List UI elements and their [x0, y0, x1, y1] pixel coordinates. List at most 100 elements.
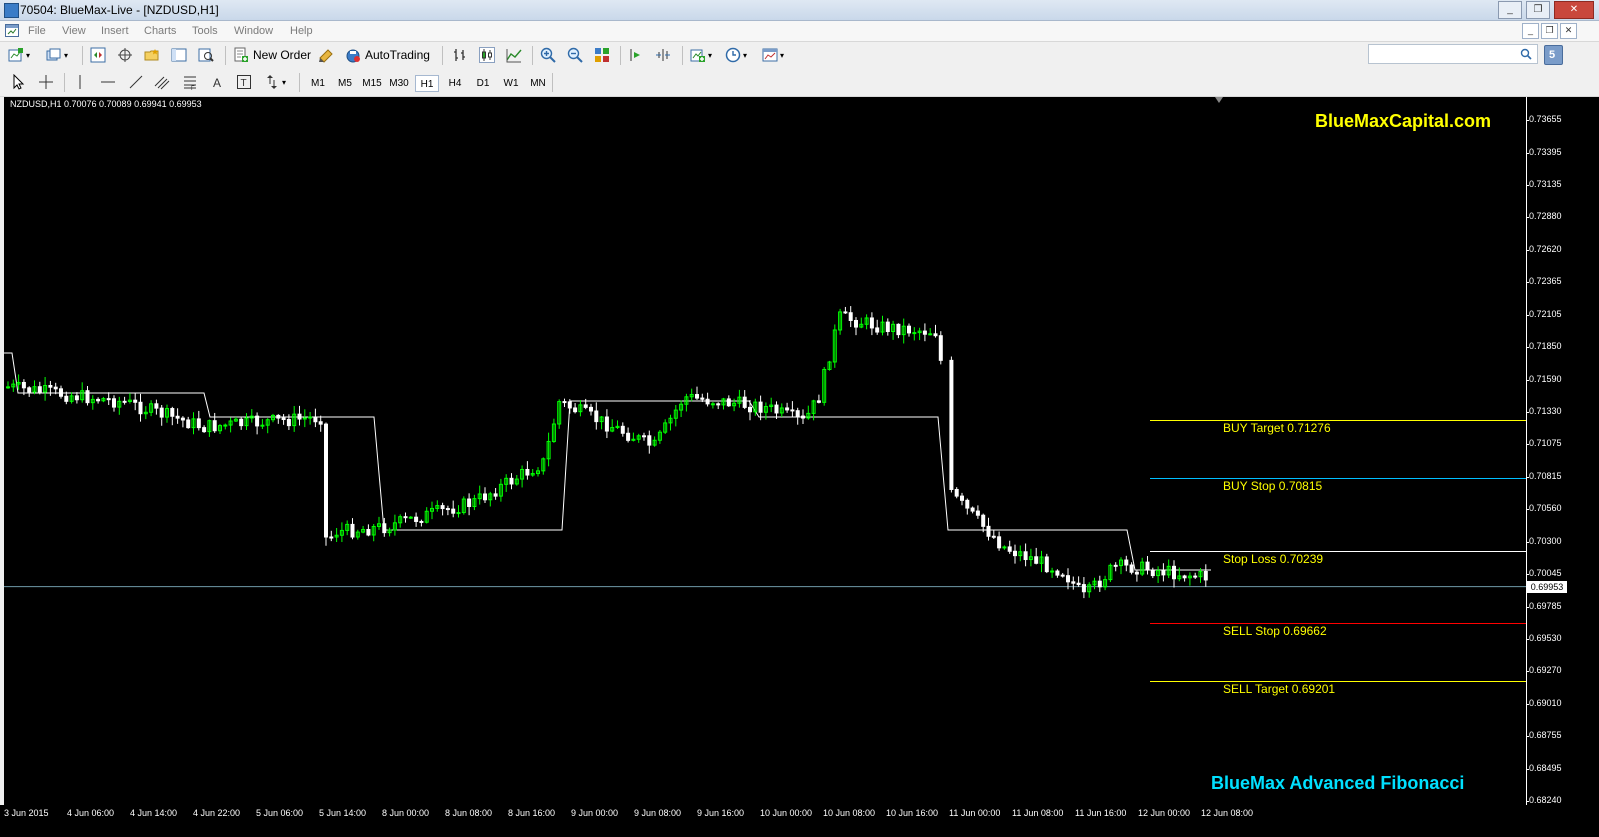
timeframe-m30[interactable]: M30: [387, 75, 411, 92]
chart-window-icon[interactable]: [5, 24, 19, 37]
fib-level-label: BUY Target 0.71276: [1223, 421, 1331, 436]
candle-body: [981, 514, 986, 527]
candle-body: [170, 408, 175, 417]
candle-body: [408, 516, 413, 519]
candle-body: [493, 493, 498, 497]
mdi-close-button[interactable]: ✕: [1560, 23, 1577, 39]
close-button[interactable]: ✕: [1554, 1, 1594, 19]
bar-chart-button[interactable]: [452, 45, 468, 65]
menu-window[interactable]: Window: [234, 25, 273, 37]
candle-body: [21, 381, 26, 389]
time-tick: 8 Jun 08:00: [445, 808, 493, 818]
price-tick: 0.70045: [1526, 568, 1562, 578]
market-watch-button[interactable]: [90, 45, 106, 65]
menu-insert[interactable]: Insert: [101, 25, 129, 37]
timeframe-mn[interactable]: MN: [526, 75, 550, 92]
time-tick: 11 Jun 16:00: [1075, 808, 1127, 818]
candle-body: [1055, 570, 1060, 576]
candle-body: [965, 499, 970, 509]
mdi-minimize-button[interactable]: _: [1522, 23, 1539, 39]
indicators-icon: [690, 49, 705, 62]
trendline-tool[interactable]: [128, 72, 144, 92]
search-input[interactable]: [1368, 44, 1538, 64]
line-chart-button[interactable]: [506, 45, 522, 65]
maximize-button[interactable]: ❐: [1526, 1, 1550, 19]
chart-area[interactable]: NZDUSD,H1 0.70076 0.70089 0.69941 0.6995…: [4, 97, 1526, 805]
candle-body: [626, 432, 631, 441]
fib-level-line[interactable]: [1150, 478, 1526, 480]
menu-view[interactable]: View: [62, 25, 86, 37]
candle-body: [1002, 546, 1007, 549]
minimize-button[interactable]: _: [1498, 1, 1522, 19]
text-label-tool[interactable]: T: [236, 72, 252, 92]
candle-body: [1066, 575, 1070, 583]
timeframe-m1[interactable]: M1: [306, 75, 330, 92]
timeframe-m5[interactable]: M5: [333, 75, 357, 92]
candle-body: [620, 425, 625, 434]
menu-charts[interactable]: Charts: [144, 25, 176, 37]
price-axis[interactable]: 0.69953 0.73655 0.73395 0.73135 0.72880 0.72…: [1526, 97, 1599, 805]
chart-shift-button[interactable]: [655, 45, 671, 65]
candle-body: [748, 406, 752, 413]
auto-scroll-button[interactable]: [628, 45, 644, 65]
candle-body: [186, 419, 191, 429]
text-tool[interactable]: A: [210, 72, 226, 92]
menu-file[interactable]: File: [28, 25, 46, 37]
price-tick: 0.68755: [1526, 730, 1562, 741]
community-button[interactable]: 5: [1544, 45, 1563, 65]
fib-level-line[interactable]: [1150, 550, 1526, 552]
terminal-button[interactable]: [171, 45, 187, 65]
timeframe-m15[interactable]: M15: [360, 75, 384, 92]
metaeditor-button[interactable]: [318, 45, 334, 65]
symbol-info: NZDUSD,H1 0.70076 0.70089 0.69941 0.6995…: [10, 99, 202, 109]
candle-body: [456, 512, 461, 515]
vertical-line-tool[interactable]: [72, 72, 88, 92]
candle-body: [1145, 561, 1150, 571]
equidistant-channel-tool[interactable]: [154, 72, 170, 92]
menu-help[interactable]: Help: [290, 25, 313, 37]
periods-button[interactable]: ▾: [725, 45, 747, 65]
time-tick: 4 Jun 06:00: [67, 808, 115, 818]
time-axis[interactable]: 3 Jun 2015 4 Jun 06:00 4 Jun 14:00 4 Jun 22…: [0, 805, 1599, 837]
timeframe-h4[interactable]: H4: [443, 75, 467, 92]
tile-windows-button[interactable]: [594, 45, 610, 65]
fib-level-line[interactable]: [1150, 681, 1526, 683]
horizontal-line-tool[interactable]: [100, 72, 116, 92]
cursor-tool[interactable]: [10, 72, 26, 92]
navigator-button[interactable]: [144, 45, 160, 65]
arrows-tool[interactable]: ▾: [264, 72, 286, 92]
zoom-out-button[interactable]: [567, 45, 583, 65]
new-order-button[interactable]: New Order: [233, 45, 311, 65]
line-chart-icon: [506, 49, 522, 63]
crosshair-tool[interactable]: [38, 72, 54, 92]
time-tick: 5 Jun 14:00: [319, 808, 367, 818]
candle-body: [594, 410, 599, 423]
brand-label: BlueMaxCapital.com: [1315, 111, 1492, 131]
autotrading-button[interactable]: AutoTrading: [345, 45, 430, 65]
strategy-tester-button[interactable]: [198, 45, 214, 65]
search-icon[interactable]: [1520, 48, 1532, 60]
timeframe-d1[interactable]: D1: [471, 75, 495, 92]
timeframe-w1[interactable]: W1: [499, 75, 523, 92]
menu-tools[interactable]: Tools: [192, 25, 218, 37]
fib-level-line[interactable]: [1150, 623, 1526, 625]
candle-body: [716, 403, 721, 406]
fib-level-line[interactable]: [1150, 420, 1526, 422]
candle-body: [1097, 580, 1102, 588]
mdi-restore-button[interactable]: ❐: [1541, 23, 1558, 39]
indicators-button[interactable]: ▾: [690, 45, 712, 65]
candle-body: [297, 413, 302, 420]
profiles-button[interactable]: ▾: [46, 45, 68, 65]
templates-button[interactable]: ▾: [762, 45, 784, 65]
fibonacci-tool[interactable]: F: [182, 72, 198, 92]
data-window-button[interactable]: [117, 45, 133, 65]
new-order-label: New Order: [253, 48, 312, 62]
price-tick: 0.73655: [1526, 114, 1562, 124]
candle-body: [928, 333, 933, 336]
new-chart-button[interactable]: ▾: [8, 45, 30, 65]
candlestick-chart-button[interactable]: [479, 45, 495, 65]
timeframe-h1[interactable]: H1: [415, 75, 439, 92]
zoom-in-button[interactable]: [540, 45, 556, 65]
price-tick: 0.71330: [1526, 406, 1562, 417]
menu-bar: File View Insert Charts Tools Window Hel…: [0, 21, 1599, 42]
